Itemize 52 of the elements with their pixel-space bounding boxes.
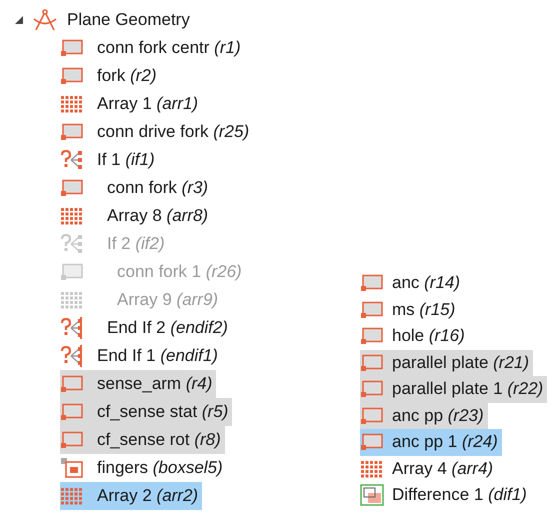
tree-item[interactable]: hole (r16) — [360, 323, 469, 350]
item-label: Array 1 (arr1) — [97, 94, 198, 114]
tree-item[interactable]: Array 4 (arr4) — [360, 456, 498, 482]
item-label: conn fork (r3) — [107, 178, 208, 198]
tree-item[interactable]: parallel plate (r21) — [360, 350, 534, 376]
item-label: If 1 (if1) — [97, 150, 155, 170]
tree-item[interactable]: fork (r2) — [60, 62, 161, 90]
tree-item[interactable]: parallel plate 1 (r22) — [360, 376, 548, 402]
item-label: conn drive fork (r25) — [97, 122, 250, 142]
item-label: anc pp (r23) — [392, 406, 484, 426]
compass-icon — [32, 8, 58, 32]
item-label: Array 4 (arr4) — [392, 458, 494, 479]
tree-item[interactable]: anc (r14) — [360, 270, 464, 296]
item-label: cf_sense stat (r5) — [97, 402, 228, 422]
item-label: conn fork 1 (r26) — [117, 262, 242, 282]
tree-item[interactable]: Array 8 (arr8) — [60, 202, 212, 230]
tree-item[interactable]: conn fork centr (r1) — [60, 34, 245, 62]
item-label: Array 8 (arr8) — [107, 206, 208, 226]
tree-item[interactable]: cf_sense rot (r8) — [60, 426, 225, 454]
item-label: Array 9 (arr9) — [117, 290, 218, 310]
tree-item[interactable]: Difference 1 (dif1) — [360, 482, 531, 508]
item-label: fingers (boxsel5) — [97, 458, 223, 478]
item-label: anc pp 1 (r24) — [392, 432, 498, 452]
item-label: parallel plate (r21) — [392, 352, 530, 373]
tree-item[interactable]: End If 2 (endif2) — [60, 314, 232, 342]
tree-item[interactable]: conn fork (r3) — [60, 174, 212, 202]
item-label: Array 2 (arr2) — [97, 486, 198, 506]
item-label: If 2 (if2) — [107, 234, 165, 254]
tree-item[interactable]: If 1 (if1) — [60, 146, 159, 174]
item-label: sense_arm (r4) — [97, 374, 212, 394]
tree-item[interactable]: Array 2 (arr2) — [60, 482, 202, 510]
item-label: conn fork centr (r1) — [97, 38, 241, 58]
item-label: cf_sense rot (r8) — [97, 430, 221, 450]
item-label: Difference 1 (dif1) — [392, 485, 527, 506]
item-label: anc (r14) — [392, 273, 460, 294]
tree-item[interactable]: ms (r15) — [360, 296, 460, 323]
item-label: hole (r16) — [392, 326, 465, 346]
item-label: End If 2 (endif2) — [107, 318, 228, 338]
item-label: ms (r15) — [392, 300, 456, 320]
item-label: parallel plate 1 (r22) — [392, 379, 544, 400]
item-label: End If 1 (endif1) — [97, 346, 218, 366]
tree-item[interactable]: sense_arm (r4) — [60, 370, 216, 398]
expand-icon[interactable] — [14, 15, 24, 25]
tree-item[interactable]: anc pp 1 (r24) — [360, 429, 502, 456]
tree-root-label[interactable]: Plane Geometry — [67, 10, 190, 30]
tree-item[interactable]: Array 1 (arr1) — [60, 90, 202, 118]
tree-item[interactable]: cf_sense stat (r5) — [60, 398, 232, 426]
tree-item[interactable]: anc pp (r23) — [360, 402, 488, 429]
tree-item[interactable]: conn drive fork (r25) — [60, 118, 254, 146]
tree-item[interactable]: End If 1 (endif1) — [60, 342, 222, 370]
item-label: fork (r2) — [97, 66, 157, 86]
tree-item[interactable]: fingers (boxsel5) — [60, 454, 227, 482]
